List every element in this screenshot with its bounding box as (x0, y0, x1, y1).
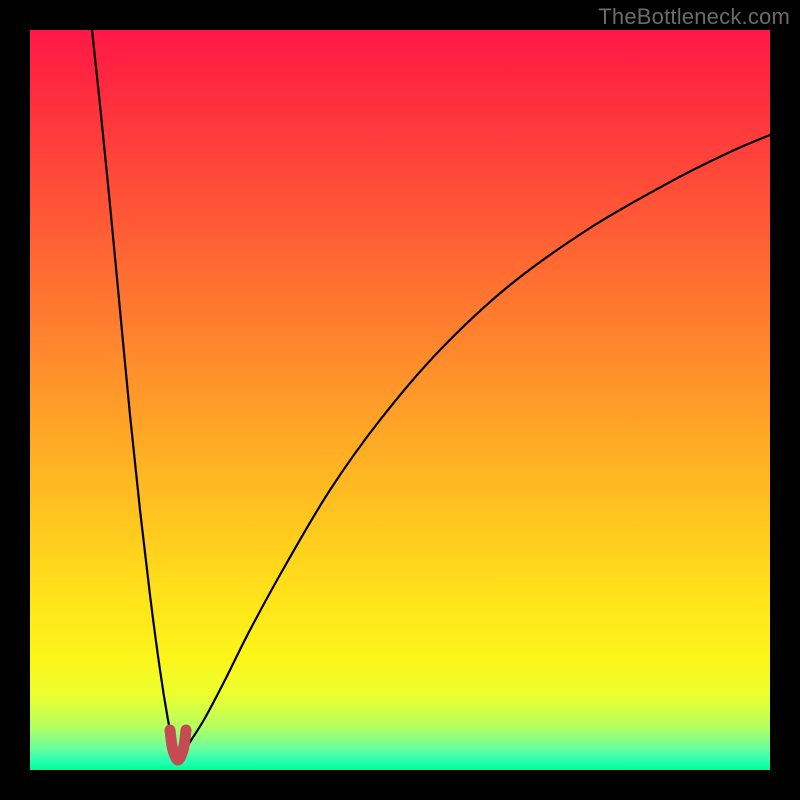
min-marker (170, 730, 186, 760)
curve-svg (30, 30, 770, 770)
curve-left-branch (92, 30, 178, 760)
curve-right-branch (178, 135, 770, 760)
watermark-text: TheBottleneck.com (598, 4, 790, 30)
chart-frame: TheBottleneck.com (0, 0, 800, 800)
plot-area (30, 30, 770, 770)
